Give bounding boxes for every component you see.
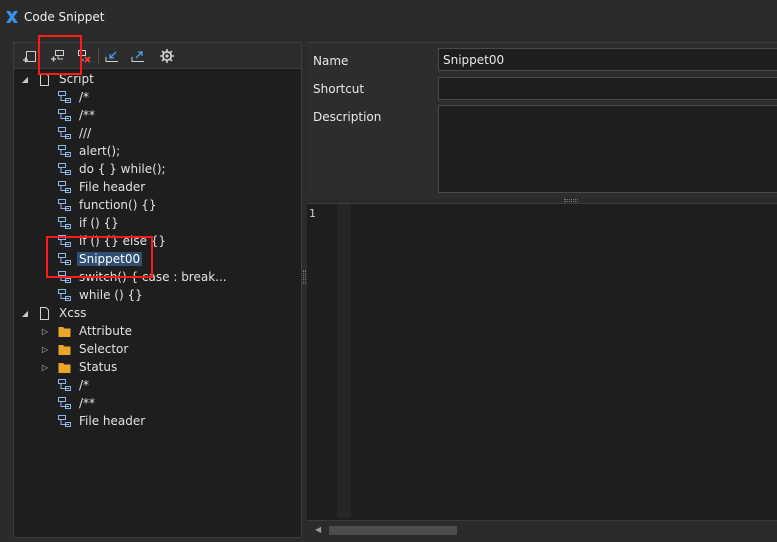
tree-item-label: function() {} — [79, 198, 157, 212]
tree-item-label: File header — [79, 180, 146, 194]
import-icon — [105, 51, 118, 62]
snippet-icon — [58, 288, 71, 301]
properties-panel: Name Shortcut Description — [307, 42, 777, 198]
import-button[interactable] — [102, 46, 122, 66]
description-field[interactable] — [438, 105, 777, 193]
snippet-icon — [58, 414, 71, 427]
shortcut-field[interactable] — [438, 77, 777, 100]
toolbar-separator — [98, 48, 99, 64]
collapse-arrow-icon[interactable]: ◢ — [20, 74, 30, 84]
tree-item-label: /** — [79, 108, 96, 122]
tree-folder-label: Status — [79, 360, 118, 374]
tree-item[interactable]: /* — [58, 88, 91, 106]
snippet-tree-panel: ◢ Script /* /** /// alert(); do { } whil… — [13, 42, 302, 538]
tree-item[interactable]: File header — [58, 412, 147, 430]
add-group-button[interactable] — [20, 46, 40, 66]
settings-icon — [160, 49, 174, 63]
tree-item[interactable]: /** — [58, 394, 97, 412]
annotation-highlight-selected-item — [46, 236, 153, 278]
tree-item-label: if () {} — [79, 216, 119, 230]
snippet-icon — [58, 396, 71, 409]
scrollbar-thumb[interactable] — [329, 526, 457, 535]
collapse-arrow-icon[interactable]: ◢ — [20, 308, 30, 318]
folder-icon — [58, 344, 71, 355]
horizontal-splitter-grip-icon[interactable] — [564, 199, 578, 202]
tree-item[interactable]: File header — [58, 178, 147, 196]
snippet-icon — [58, 180, 71, 193]
scroll-left-arrow-icon[interactable]: ◀ — [315, 525, 321, 534]
tree-item[interactable]: alert(); — [58, 142, 122, 160]
tree-item-label: alert(); — [79, 144, 121, 158]
tree-item[interactable]: function() {} — [58, 196, 158, 214]
tree-item[interactable]: /** — [58, 106, 97, 124]
splitter-grip-icon[interactable] — [303, 270, 306, 284]
tree-item[interactable]: /// — [58, 124, 93, 142]
snippet-icon — [58, 126, 71, 139]
annotation-highlight-add-button — [38, 35, 82, 75]
code-editor: 1 ◀ — [307, 203, 777, 539]
description-label: Description — [313, 110, 382, 124]
horizontal-scrollbar[interactable]: ◀ — [307, 520, 777, 539]
tree-folder-label: Selector — [79, 342, 129, 356]
title-bar: Code Snippet — [0, 0, 777, 34]
tree-group-xcss[interactable]: ◢ Xcss — [20, 304, 88, 322]
tree-group-label: Xcss — [59, 306, 87, 320]
export-button[interactable] — [128, 46, 148, 66]
snippet-icon — [58, 378, 71, 391]
app-logo-icon — [6, 11, 18, 23]
snippet-icon — [58, 90, 71, 103]
tree-folder[interactable]: ▷ Selector — [40, 340, 130, 358]
tree-item[interactable]: /* — [58, 376, 91, 394]
expand-arrow-icon[interactable]: ▷ — [40, 326, 50, 336]
tree-item[interactable]: while () {} — [58, 286, 145, 304]
tree-item-label: /// — [79, 126, 92, 140]
shortcut-label: Shortcut — [313, 82, 365, 96]
snippet-icon — [58, 198, 71, 211]
fold-margin — [337, 204, 351, 518]
tree-folder[interactable]: ▷ Status — [40, 358, 119, 376]
tree-item[interactable]: do { } while(); — [58, 160, 168, 178]
settings-button[interactable] — [157, 46, 177, 66]
window-title: Code Snippet — [24, 10, 105, 24]
tree-item-label: /* — [79, 90, 90, 104]
document-icon — [40, 306, 49, 320]
name-field[interactable] — [438, 48, 777, 71]
add-group-icon — [23, 51, 36, 63]
tree-item-label: File header — [79, 414, 146, 428]
tree-item-label: /* — [79, 378, 90, 392]
snippet-icon — [58, 108, 71, 121]
snippet-icon — [58, 162, 71, 175]
line-number: 1 — [309, 207, 316, 220]
name-label: Name — [313, 54, 349, 68]
folder-icon — [58, 362, 71, 373]
tree-item-label: while () {} — [79, 288, 143, 302]
expand-arrow-icon[interactable]: ▷ — [40, 362, 50, 372]
code-text-area[interactable] — [351, 204, 777, 518]
expand-arrow-icon[interactable]: ▷ — [40, 344, 50, 354]
tree-folder[interactable]: ▷ Attribute — [40, 322, 134, 340]
export-icon — [131, 51, 144, 62]
folder-icon — [58, 326, 71, 337]
snippet-icon — [58, 216, 71, 229]
tree-item-label: /** — [79, 396, 96, 410]
tree-item[interactable]: if () {} — [58, 214, 121, 232]
snippet-icon — [58, 144, 71, 157]
tree-folder-label: Attribute — [79, 324, 132, 338]
tree-item-label: do { } while(); — [79, 162, 166, 176]
